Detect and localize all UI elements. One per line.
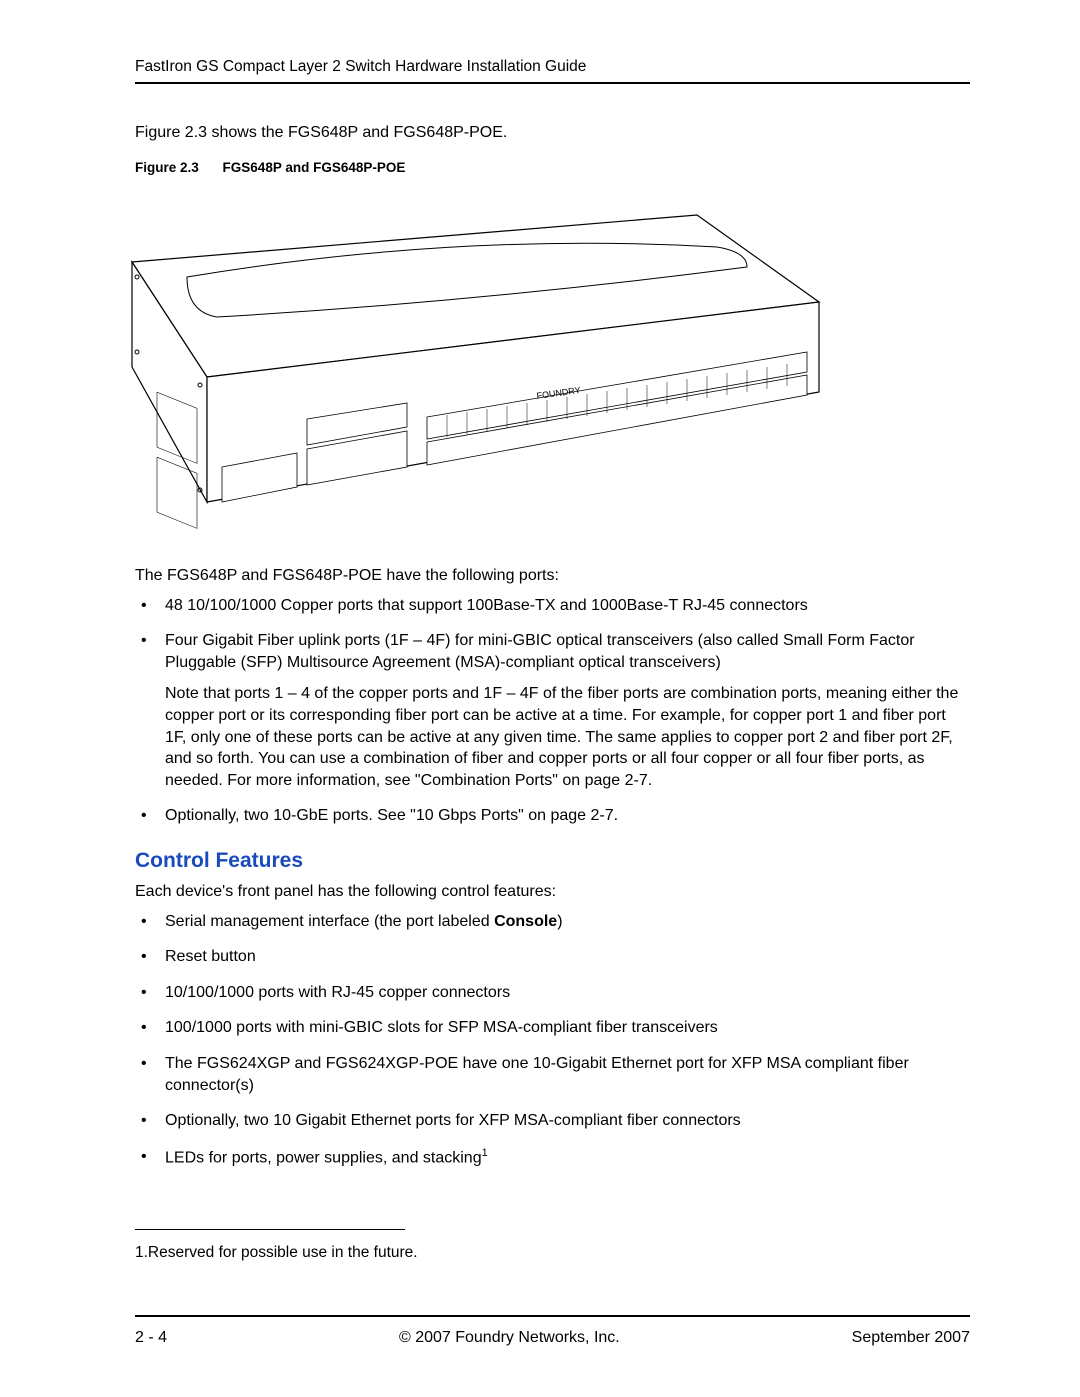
- ports-bullet-list: 48 10/100/1000 Copper ports that support…: [135, 595, 970, 827]
- control-intro: Each device's front panel has the follow…: [135, 881, 970, 903]
- footnote-rule: [135, 1229, 405, 1230]
- footnote-marker: 1: [482, 1147, 488, 1159]
- document-page: FastIron GS Compact Layer 2 Switch Hardw…: [0, 0, 1080, 1397]
- figure-caption: Figure 2.3 FGS648P and FGS648P-POE: [135, 160, 970, 175]
- intro-paragraph: Figure 2.3 shows the FGS648P and FGS648P…: [135, 124, 970, 142]
- bullet-text: Optionally, two 10-GbE ports. See "10 Gb…: [165, 807, 618, 824]
- footnote-text: 1.Reserved for possible use in the futur…: [135, 1244, 970, 1262]
- bullet-note: Note that ports 1 – 4 of the copper port…: [165, 683, 970, 791]
- list-item: Serial management interface (the port la…: [135, 911, 970, 933]
- console-label: Console: [494, 913, 557, 930]
- ports-intro: The FGS648P and FGS648P-POE have the fol…: [135, 565, 970, 587]
- bullet-text: 10/100/1000 ports with RJ-45 copper conn…: [165, 984, 510, 1001]
- footer-page-number: 2 - 4: [135, 1329, 167, 1347]
- control-bullet-list: Serial management interface (the port la…: [135, 911, 970, 1169]
- list-item: 48 10/100/1000 Copper ports that support…: [135, 595, 970, 617]
- bullet-text: Four Gigabit Fiber uplink ports (1F – 4F…: [165, 632, 915, 671]
- bullet-text: 48 10/100/1000 Copper ports that support…: [165, 597, 808, 614]
- list-item: LEDs for ports, power supplies, and stac…: [135, 1146, 970, 1169]
- bullet-text: Serial management interface (the port la…: [165, 913, 494, 930]
- list-item: Four Gigabit Fiber uplink ports (1F – 4F…: [135, 630, 970, 791]
- close-paren: ): [557, 913, 562, 930]
- bullet-text: LEDs for ports, power supplies, and stac…: [165, 1149, 482, 1166]
- bullet-text: Optionally, two 10 Gigabit Ethernet port…: [165, 1112, 741, 1129]
- footer-copyright: © 2007 Foundry Networks, Inc.: [399, 1329, 620, 1347]
- bullet-text: The FGS624XGP and FGS624XGP-POE have one…: [165, 1055, 909, 1094]
- header-rule: [135, 82, 970, 84]
- list-item: Reset button: [135, 946, 970, 968]
- footer-date: September 2007: [852, 1329, 970, 1347]
- list-item: Optionally, two 10 Gigabit Ethernet port…: [135, 1110, 970, 1132]
- page-footer: 2 - 4 © 2007 Foundry Networks, Inc. Sept…: [135, 1329, 970, 1347]
- page-header-title: FastIron GS Compact Layer 2 Switch Hardw…: [135, 58, 970, 76]
- list-item: Optionally, two 10-GbE ports. See "10 Gb…: [135, 805, 970, 827]
- footer-rule: [135, 1315, 970, 1317]
- figure-title: FGS648P and FGS648P-POE: [223, 160, 406, 175]
- bullet-text: Reset button: [165, 948, 256, 965]
- bullet-text: 100/1000 ports with mini-GBIC slots for …: [165, 1019, 718, 1036]
- list-item: 10/100/1000 ports with RJ-45 copper conn…: [135, 982, 970, 1004]
- section-heading-control-features: Control Features: [135, 849, 970, 873]
- list-item: The FGS624XGP and FGS624XGP-POE have one…: [135, 1053, 970, 1096]
- list-item: 100/1000 ports with mini-GBIC slots for …: [135, 1017, 970, 1039]
- figure-number: Figure 2.3: [135, 160, 199, 175]
- switch-illustration: FOUNDRY: [107, 187, 827, 537]
